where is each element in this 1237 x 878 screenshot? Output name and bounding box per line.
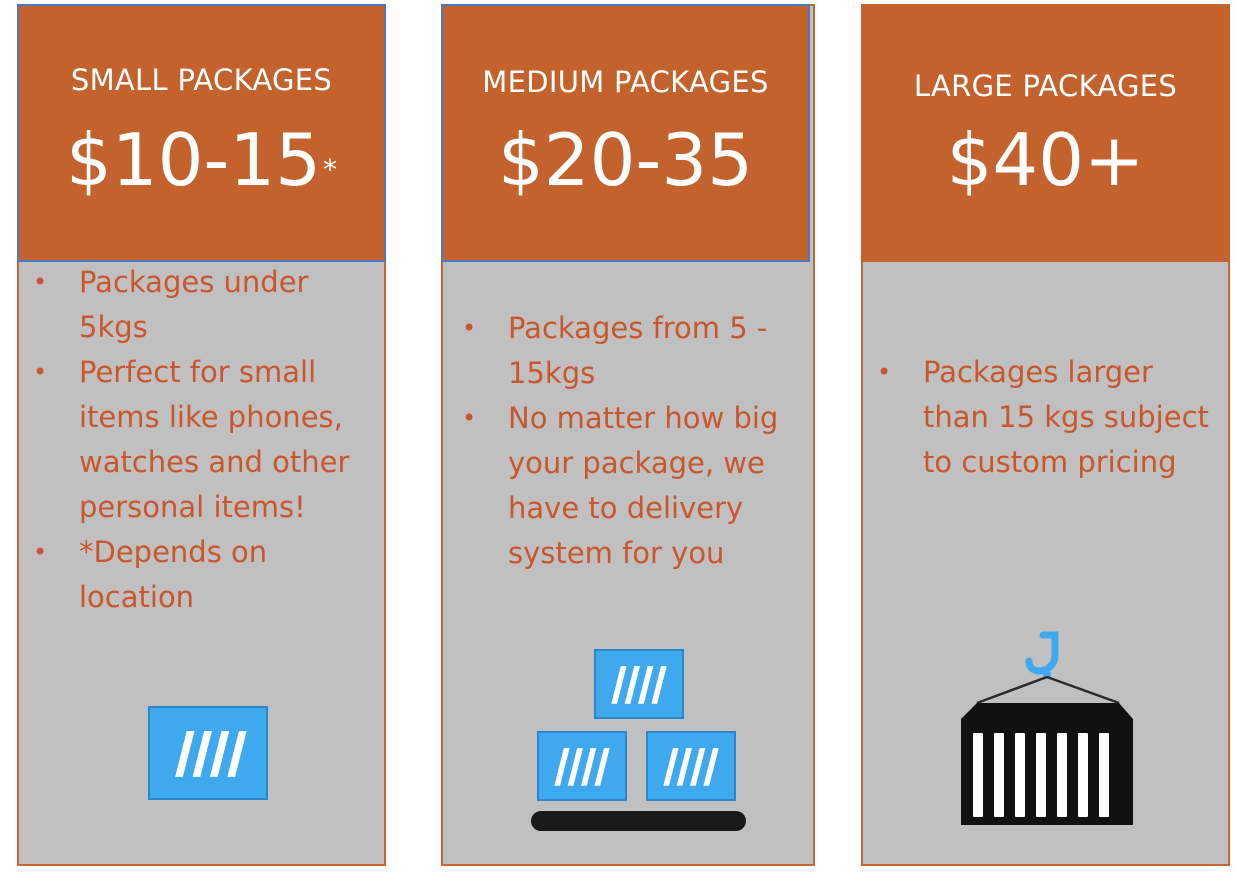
large-package-features: Packages larger than 15 kgs subject to c… bbox=[861, 350, 1221, 485]
feature-item: Packages from 5 - 15kgs bbox=[446, 306, 808, 396]
crate-icon bbox=[537, 731, 627, 801]
small-package-card: SMALL PACKAGES $10-15* Packages under 5k… bbox=[17, 4, 386, 866]
crate-icon bbox=[594, 649, 684, 719]
crate-icon bbox=[646, 731, 736, 801]
crane-container-icon bbox=[955, 627, 1139, 831]
large-package-title: LARGE PACKAGES bbox=[913, 69, 1178, 103]
small-package-price-mark: * bbox=[323, 153, 338, 186]
small-package-price: $10-15 bbox=[65, 118, 322, 202]
feature-item: *Depends on location bbox=[17, 530, 379, 620]
feature-item: Perfect for small items like phones, wat… bbox=[17, 350, 379, 530]
small-package-header: SMALL PACKAGES $10-15* bbox=[17, 4, 386, 262]
feature-item: No matter how big your package, we have … bbox=[446, 396, 808, 576]
medium-package-price: $20-35 bbox=[497, 118, 754, 202]
large-package-price: $40+ bbox=[946, 118, 1145, 202]
large-package-card: LARGE PACKAGES $40+ Packages larger than… bbox=[861, 4, 1230, 866]
feature-item: Packages under 5kgs bbox=[17, 260, 379, 350]
large-package-header: LARGE PACKAGES $40+ bbox=[861, 4, 1230, 262]
small-package-price-wrap: $10-15* bbox=[19, 124, 384, 196]
single-crate-icon bbox=[148, 706, 268, 800]
medium-package-title: MEDIUM PACKAGES bbox=[482, 65, 769, 99]
small-package-features: Packages under 5kgs Perfect for small it… bbox=[17, 260, 379, 620]
pallet-icon bbox=[531, 811, 746, 831]
small-package-title: SMALL PACKAGES bbox=[70, 63, 333, 97]
medium-package-card: MEDIUM PACKAGES $20-35 Packages from 5 -… bbox=[441, 4, 815, 866]
container-hook-icon bbox=[961, 631, 1133, 825]
feature-item: Packages larger than 15 kgs subject to c… bbox=[861, 350, 1221, 485]
medium-package-features: Packages from 5 - 15kgs No matter how bi… bbox=[446, 306, 808, 576]
medium-package-header: MEDIUM PACKAGES $20-35 bbox=[441, 4, 810, 262]
pricing-panel: SMALL PACKAGES $10-15* Packages under 5k… bbox=[0, 0, 1237, 878]
stacked-crates-icon bbox=[531, 647, 746, 832]
crate-icon bbox=[148, 706, 268, 800]
